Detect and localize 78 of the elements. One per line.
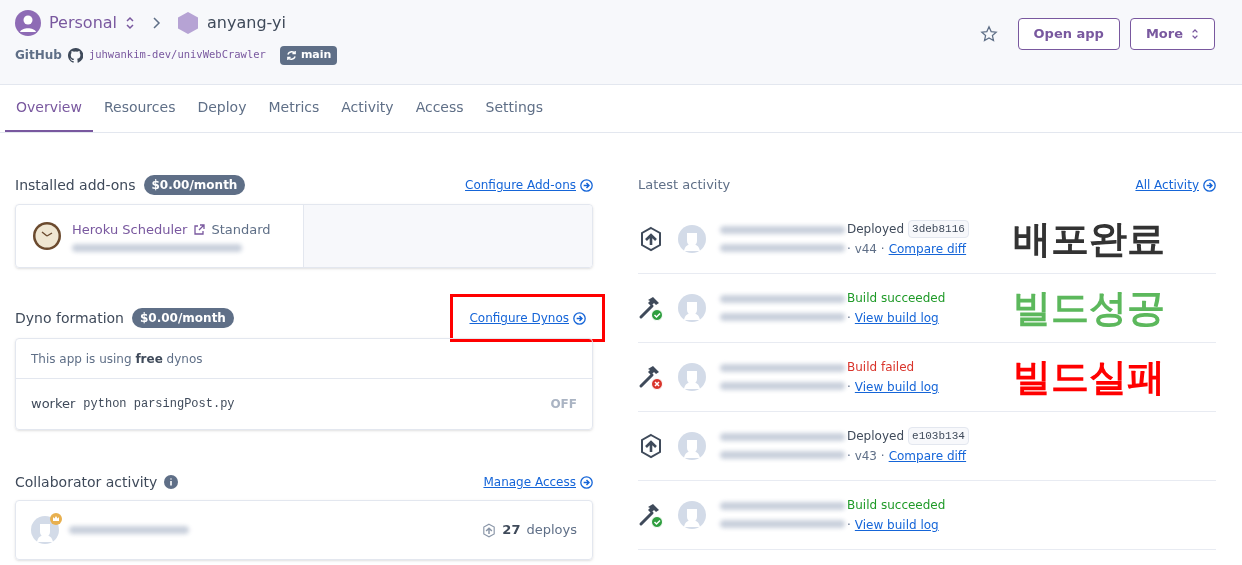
info-icon: [164, 475, 179, 489]
sync-icon: [285, 49, 297, 61]
avatar-icon: [678, 501, 706, 529]
avatar-icon: [678, 225, 706, 253]
activity-meta: · v43 ·: [847, 448, 885, 466]
nav-tab[interactable]: Overview: [5, 85, 93, 132]
nav-tab[interactable]: Deploy: [186, 85, 258, 132]
repo-link[interactable]: juhwankim-dev/univWebCrawler: [88, 47, 266, 64]
open-app-button[interactable]: Open app: [1017, 18, 1120, 50]
activity-meta: ·: [847, 517, 851, 534]
external-link-icon: [193, 224, 206, 236]
chevron-updown-icon: [1191, 28, 1199, 40]
activity-link[interactable]: View build log: [854, 516, 939, 534]
star-icon[interactable]: [979, 25, 998, 43]
section-title: Latest activity: [638, 176, 731, 195]
deploy-unit: deploys: [526, 521, 577, 540]
section-link[interactable]: Manage Access: [483, 473, 576, 491]
nav-tab[interactable]: Settings: [474, 85, 554, 132]
arrow-circle-icon: [580, 475, 593, 489]
more-button[interactable]: More: [1129, 18, 1215, 50]
annotation-label: 빌드성공: [1013, 289, 1165, 327]
upload-hexagon-icon: [639, 226, 663, 252]
deploy-count: 27: [502, 521, 521, 540]
source-label: GitHub: [15, 47, 62, 65]
section-title: Collaborator activity: [15, 472, 158, 492]
upload-hexagon-icon: [482, 522, 497, 538]
annotation-label: 배포완료: [1013, 220, 1165, 258]
account-switcher[interactable]: Personal: [49, 11, 117, 35]
activity-meta: · v44 ·: [847, 241, 885, 259]
activity-meta: ·: [847, 310, 851, 327]
hammer-cross-icon: [638, 364, 664, 390]
activity-link[interactable]: View build log: [854, 378, 939, 396]
nav-tab[interactable]: Metrics: [257, 85, 331, 132]
nav-tab[interactable]: Activity: [330, 85, 405, 132]
section-title: Installed add-ons: [15, 175, 136, 195]
section-title: Dyno formation: [15, 308, 124, 328]
nav-tab[interactable]: Resources: [92, 85, 187, 132]
arrow-circle-icon: [580, 178, 593, 192]
avatar-icon: [678, 363, 706, 391]
upload-hexagon-icon: [639, 433, 663, 459]
section-link[interactable]: Configure Add-ons: [465, 176, 576, 194]
activity-link[interactable]: Compare diff: [888, 447, 967, 466]
hexagon-icon: [177, 11, 199, 35]
activity-status: Deployed: [847, 221, 905, 238]
clock-icon: [32, 221, 62, 251]
dyno-note: This app is using free dynos: [16, 339, 592, 379]
chevron-updown-icon[interactable]: [125, 16, 135, 30]
dyno-state: OFF: [550, 396, 577, 413]
nav-tab[interactable]: Access: [404, 85, 475, 132]
avatar-icon: [678, 294, 706, 322]
section-link[interactable]: All Activity: [1135, 176, 1199, 194]
activity-link[interactable]: View build log: [854, 309, 939, 327]
dyno-command: python parsingPost.py: [83, 396, 235, 413]
addon-plan: Standard: [211, 221, 271, 240]
dyno-type: worker: [31, 395, 76, 414]
user-avatar-icon: [15, 10, 41, 36]
github-icon: [67, 47, 83, 63]
chevron-right-icon: [151, 16, 161, 30]
activity-link[interactable]: Compare diff: [888, 240, 967, 259]
activity-status: Deployed: [847, 428, 905, 445]
activity-status: Build succeeded: [847, 497, 946, 514]
annotation-label: 빌드실패: [1013, 358, 1165, 396]
activity-status: Build failed: [847, 359, 915, 376]
branch-badge: main: [279, 46, 338, 65]
activity-status: Build succeeded: [847, 290, 946, 307]
app-name: anyang-yi: [207, 12, 286, 34]
avatar-icon: [678, 432, 706, 460]
arrow-circle-icon: [573, 311, 586, 325]
activity-meta: ·: [847, 379, 851, 396]
hammer-check-icon: [638, 295, 664, 321]
hammer-check-icon: [638, 502, 664, 528]
section-link[interactable]: Configure Dynos: [469, 309, 569, 327]
commit-hash: 3deb8116: [908, 219, 969, 239]
arrow-circle-icon: [1203, 178, 1216, 192]
price-badge: $0.00/month: [143, 175, 246, 195]
commit-hash: e103b134: [908, 426, 969, 446]
addon-link[interactable]: Heroku Scheduler: [72, 220, 188, 240]
price-badge: $0.00/month: [132, 308, 234, 328]
